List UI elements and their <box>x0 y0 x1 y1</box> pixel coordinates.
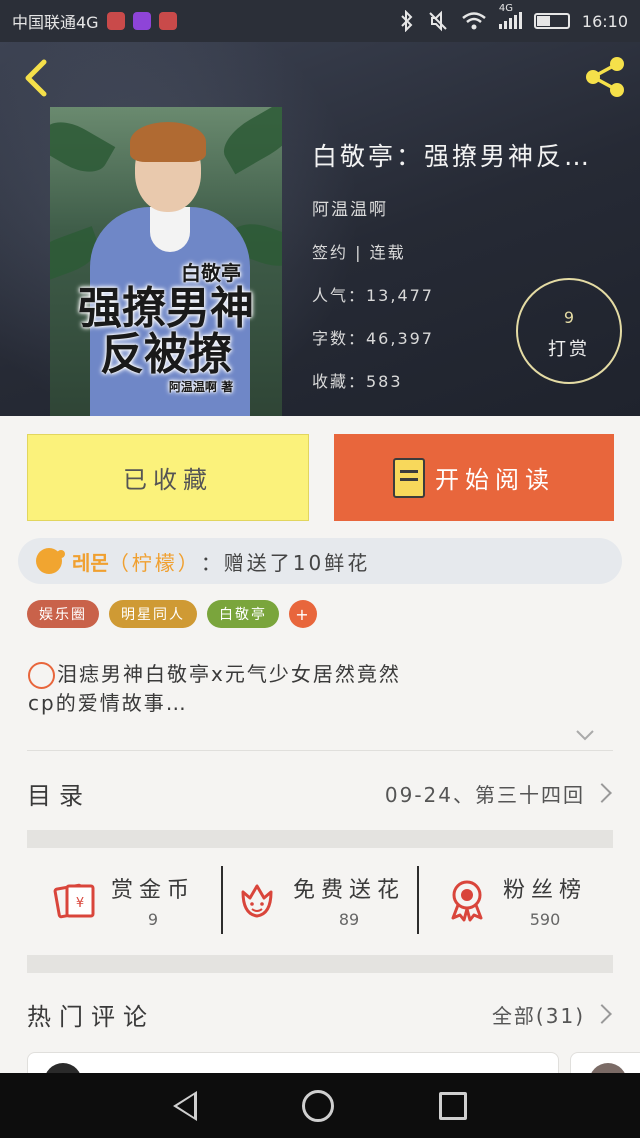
stat-gold-coins[interactable]: ¥ 赏金币 9 <box>27 848 221 952</box>
svg-text:¥: ¥ <box>76 896 84 911</box>
book-icon <box>393 457 425 498</box>
reward-button[interactable]: 9 打赏 <box>516 278 622 384</box>
lemon-icon <box>36 548 65 574</box>
stat-fan-ranking[interactable]: 粉丝榜 590 <box>419 848 613 952</box>
gallery-notification-icon <box>132 12 151 30</box>
stat-free-flowers[interactable]: 免费送花 89 <box>223 848 417 952</box>
wifi-icon <box>462 12 486 30</box>
cellular-signal: 4G <box>498 3 522 29</box>
bluetooth-icon <box>401 10 413 32</box>
cover-title-art: 白敬亭 强撩男神 反被撩 阿温温啊 著 <box>78 261 254 394</box>
book-cover[interactable]: 白敬亭 强撩男神 反被撩 阿温温啊 著 <box>50 107 282 416</box>
favorite-label: 已收藏 <box>123 466 213 494</box>
description-marker-icon <box>28 662 55 689</box>
gift-user-alias: （柠檬） <box>108 550 201 575</box>
app-notification-icon <box>106 12 125 30</box>
flower-icon <box>241 884 273 918</box>
stats-row: ¥ 赏金币 9 免费送花 89 粉丝榜 590 <box>27 848 613 952</box>
reward-count: 9 <box>563 308 575 327</box>
book-description: 泪痣男神白敬亭x元气少女居然竟然cp的爱情故事… <box>28 662 401 715</box>
favorite-button[interactable]: 已收藏 <box>27 434 309 521</box>
red-envelope-icon: ¥ <box>53 883 95 919</box>
book-author[interactable]: 阿温温啊 <box>312 195 632 220</box>
tag-entertainment[interactable]: 娱乐圈 <box>27 600 99 628</box>
start-reading-button[interactable]: 开始阅读 <box>334 434 614 521</box>
divider <box>27 750 613 751</box>
start-reading-label: 开始阅读 <box>435 466 555 494</box>
app-notification-icon-2 <box>158 12 177 30</box>
book-title: 白敬亭：强撩男神反… <box>312 142 593 171</box>
all-comments-link[interactable]: 全部(31) <box>492 1000 585 1029</box>
mute-icon <box>429 10 447 32</box>
hot-comments-label: 热门评论 <box>27 1002 155 1031</box>
reward-label: 打赏 <box>548 339 590 360</box>
chevron-right-icon <box>592 783 612 803</box>
share-button[interactable] <box>582 54 628 100</box>
gift-message: ：赠送了10鲜花 <box>200 550 371 575</box>
ribbon-medal-icon <box>451 880 483 922</box>
section-separator <box>27 830 613 848</box>
tag-list: 娱乐圈 明星同人 白敬亭 + <box>27 600 317 628</box>
status-bar: 中国联通4G 4G 16:10 <box>0 0 640 42</box>
nav-recent-apps-icon[interactable] <box>439 1091 468 1120</box>
gift-user: 레몬 <box>72 550 109 575</box>
add-tag-button[interactable]: + <box>289 600 317 628</box>
book-status: 签约 | 连载 <box>312 243 406 262</box>
gift-banner[interactable]: 레몬 （柠檬） ：赠送了10鲜花 <box>18 538 622 584</box>
clock: 16:10 <box>581 11 628 31</box>
battery-icon <box>533 13 570 29</box>
section-separator <box>27 955 613 973</box>
latest-chapter: 09-24、第三十四回 <box>384 782 585 807</box>
system-nav-bar <box>0 1073 640 1138</box>
toc-label: 目录 <box>27 781 91 810</box>
expand-description-icon[interactable] <box>572 722 598 748</box>
table-of-contents-row[interactable]: 目录 09-24、第三十四回 <box>27 770 613 816</box>
tag-celebrity-fanfic[interactable]: 明星同人 <box>109 600 197 628</box>
carrier-label: 中国联通4G <box>12 13 99 32</box>
nav-back-icon[interactable] <box>172 1090 197 1121</box>
back-button[interactable] <box>18 56 58 100</box>
tag-bai-jingting[interactable]: 白敬亭 <box>207 600 279 628</box>
chevron-right-icon <box>592 1004 612 1024</box>
hot-comments-header: 热门评论 全部(31) <box>27 990 613 1038</box>
book-header: 白敬亭 强撩男神 反被撩 阿温温啊 著 白敬亭：强撩男神反… 阿温温啊 签约 |… <box>0 42 640 416</box>
nav-home-icon[interactable] <box>301 1089 334 1122</box>
